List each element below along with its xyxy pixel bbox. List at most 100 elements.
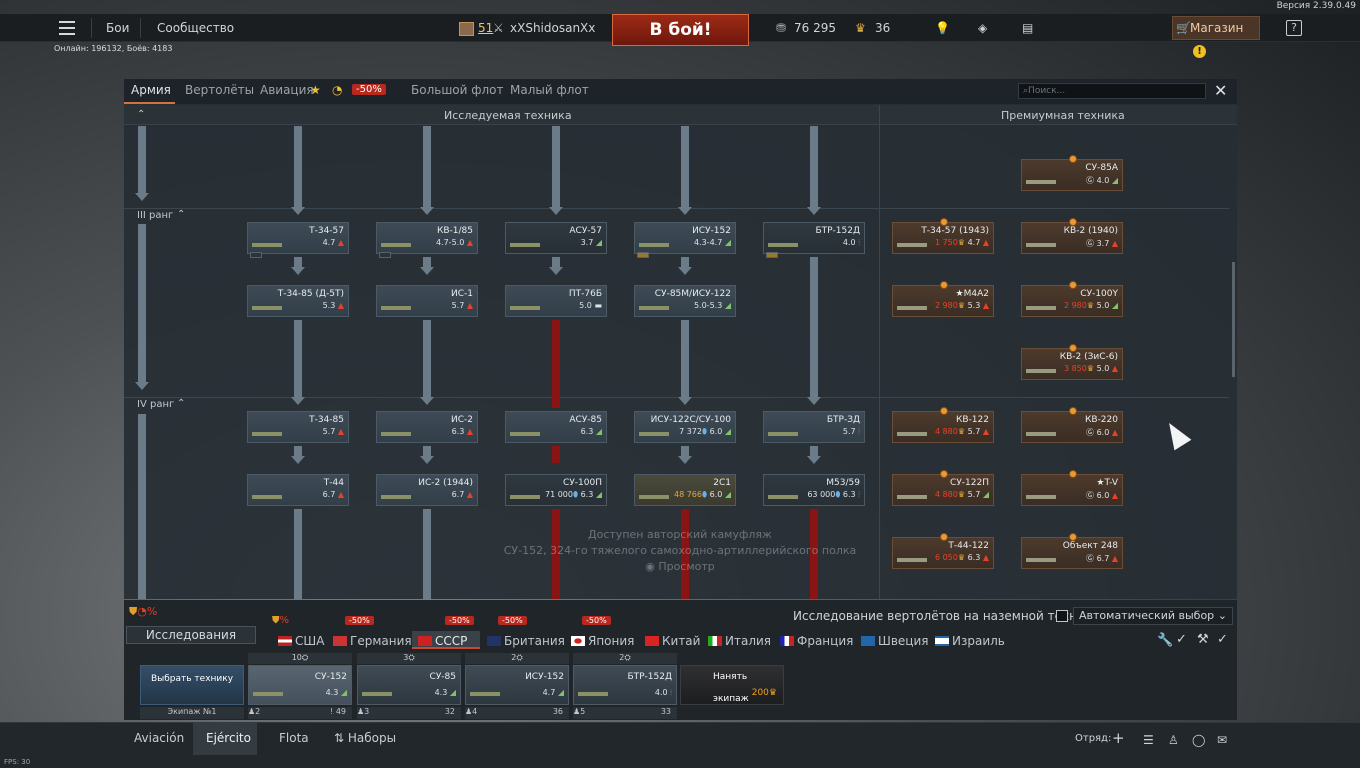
auto-select-dropdown[interactable]: Автоматический выбор ⌄ xyxy=(1073,607,1233,625)
nation-tab-sweden[interactable]: Швеция xyxy=(861,634,928,648)
crew-slot[interactable]: ИСУ-152 4.7 ◢ xyxy=(465,665,569,705)
premium-card[interactable]: Т-34-57 (1943) 1 750♛ 4.7 ▲ xyxy=(892,218,994,254)
premium-card[interactable]: СУ-100Y 2 980♛ 5.0 ◢ xyxy=(1021,281,1123,317)
premium-card[interactable]: КВ-220 Ⓖ 6.0 ▲ xyxy=(1021,407,1123,443)
footer-tab-army[interactable]: Ejército xyxy=(206,731,251,745)
nation-tab-japan[interactable]: Япония xyxy=(571,634,634,648)
crew-slot[interactable]: СУ-85 4.3 ◢ xyxy=(357,665,461,705)
premium-card[interactable]: Т-44-122 6 050♛ 6.3 ▲ xyxy=(892,533,994,569)
vehicle-card[interactable]: ИС-2 6.3 ▲ xyxy=(376,411,478,443)
check-icon[interactable]: ✓ xyxy=(1176,632,1187,647)
vehicle-card[interactable]: БТР-ЗД 5.7 ⦙ xyxy=(763,411,865,443)
vehicle-card[interactable]: Т-34-85 5.7 ▲ xyxy=(247,411,349,443)
premium-card[interactable]: СУ-122П 4 880♛ 5.7 ◢ xyxy=(892,470,994,506)
crew-slot[interactable]: БТР-152Д 4.0 ⦙ xyxy=(573,665,677,705)
arrow xyxy=(291,397,305,405)
vehicle-card[interactable]: М53/59 63 000⬮ 6.3 ⦙ xyxy=(763,474,865,506)
vehicle-card[interactable]: ИСУ-152 4.3-4.7 ◢ xyxy=(634,222,736,258)
slot-info: ♟2! 49 xyxy=(248,707,352,719)
check-all-icon[interactable]: ✓ xyxy=(1217,632,1228,647)
search-input[interactable]: ⌕Поиск... xyxy=(1018,83,1206,99)
premium-card[interactable]: КВ-122 4 880♛ 5.7 ▲ xyxy=(892,407,994,443)
collapse-icon[interactable] xyxy=(250,252,262,258)
nation-tab-china[interactable]: Китай xyxy=(645,634,700,648)
premium-card[interactable]: СУ-85А Ⓖ 4.0 ◢ xyxy=(1021,155,1123,191)
chevron-up-icon[interactable]: ⌃ xyxy=(177,398,185,409)
scrollbar[interactable] xyxy=(1232,262,1235,377)
helicopter-research-checkbox[interactable] xyxy=(1056,610,1068,622)
tab-big-fleet[interactable]: Большой флот xyxy=(411,83,504,97)
nation-tab-usa[interactable]: США xyxy=(278,634,324,648)
discount-badge: -50% xyxy=(498,616,527,625)
vehicle-card[interactable]: 2С1 48 766⬮ 6.0 ◢ xyxy=(634,474,736,506)
camo-notice: Доступен авторский камуфляж СУ-152, 324-… xyxy=(480,527,880,575)
avatar[interactable] xyxy=(459,22,474,36)
premium-card[interactable]: ★T-V Ⓖ 6.0 ▲ xyxy=(1021,470,1123,506)
ticket-icon[interactable]: ▤ xyxy=(1022,21,1033,35)
help-button[interactable]: ? xyxy=(1286,20,1302,36)
mail-icon[interactable]: ✉ xyxy=(1217,733,1227,747)
lightbulb-icon[interactable]: 💡 xyxy=(935,21,950,35)
select-vehicle-slot[interactable]: Выбрать технику xyxy=(140,665,244,705)
nation-tab-france[interactable]: Франция xyxy=(780,634,853,648)
crew-slot[interactable]: СУ-152 4.3 ◢ xyxy=(248,665,352,705)
tab-helicopters[interactable]: Вертолёты xyxy=(185,83,254,97)
nation-tab-israel[interactable]: Израиль xyxy=(935,634,1005,648)
footer-tab-fleet[interactable]: Flota xyxy=(279,731,309,745)
footer-tab-aviation[interactable]: Aviación xyxy=(134,731,184,745)
chat-icon[interactable]: ◯ xyxy=(1192,733,1205,747)
shield-icon: ⛊ xyxy=(129,605,138,618)
community-menu[interactable]: Сообщество xyxy=(157,21,234,35)
nation-tab-britain[interactable]: Британия xyxy=(487,634,565,648)
premium-icon xyxy=(1069,407,1077,415)
battle-button[interactable]: В бой! xyxy=(612,14,749,46)
vehicle-card[interactable]: Т-44 6.7 ▲ xyxy=(247,474,349,506)
premium-card[interactable]: КВ-2 (1940) Ⓖ 3.7 ▲ xyxy=(1021,218,1123,254)
vehicle-card[interactable]: Т-34-57 4.7 ▲ xyxy=(247,222,349,258)
premium-card[interactable]: ★M4A2 2 980♛ 5.3 ▲ xyxy=(892,281,994,317)
tank-icon xyxy=(381,231,411,247)
vehicle-card[interactable]: АСУ-85 6.3 ◢ xyxy=(505,411,607,443)
battles-menu[interactable]: Бои xyxy=(106,21,129,35)
research-cost: 7 372 xyxy=(679,427,702,436)
menu-icon[interactable] xyxy=(59,21,75,35)
vehicle-card[interactable]: ИС-2 (1944) 6.7 ▲ xyxy=(376,474,478,506)
diamond-icon[interactable]: ◈ xyxy=(978,21,987,35)
rank-icon: ▲ xyxy=(466,427,473,436)
vehicle-card[interactable]: БТР-152Д 4.0 ⦙ xyxy=(763,222,865,258)
vehicle-card[interactable]: ИСУ-122С/СУ-100 7 372⬮ 6.0 ◢ xyxy=(634,411,736,443)
repair-icon[interactable]: ⚒ xyxy=(1197,632,1209,647)
tab-aviation[interactable]: Авиация xyxy=(260,83,314,97)
close-icon[interactable]: ✕ xyxy=(1214,81,1227,100)
nation-tab-italy[interactable]: Италия xyxy=(708,634,771,648)
hire-crew-button[interactable]: Нанять экипаж 200♛ xyxy=(680,665,784,705)
camo-view-button[interactable]: ◉ Просмотр xyxy=(480,559,880,575)
chevron-up-icon[interactable]: ⌃ xyxy=(177,209,185,220)
collapse-up-icon[interactable]: ⌃ xyxy=(137,109,145,120)
tab-small-fleet[interactable]: Малый флот xyxy=(510,83,589,97)
vehicle-card[interactable]: ПТ-76Б 5.0 ▬ xyxy=(505,285,607,317)
vehicle-card[interactable]: СУ-85М/ИСУ-122 5.0-5.3 ◢ xyxy=(634,285,736,317)
vehicle-card[interactable]: ИС-1 5.7 ▲ xyxy=(376,285,478,317)
premium-card[interactable]: КВ-2 (ЗиС-6) 3 850♛ 5.0 ▲ xyxy=(1021,344,1123,380)
collapse-icon[interactable] xyxy=(379,252,391,258)
premium-card[interactable]: Объект 248 Ⓖ 6.7 ▲ xyxy=(1021,533,1123,569)
research-tab[interactable]: Исследования xyxy=(126,626,256,644)
tab-army[interactable]: Армия xyxy=(131,83,171,97)
collapse-icon[interactable] xyxy=(766,252,778,258)
slot-counter: 10⛭ xyxy=(248,653,352,664)
vehicle-card[interactable]: КВ-1/85 4.7-5.0 ▲ xyxy=(376,222,478,258)
vehicle-card[interactable]: АСУ-57 3.7 ◢ xyxy=(505,222,607,254)
shop-button[interactable]: 🛒 Магазин! xyxy=(1172,16,1260,58)
player-name[interactable]: xXShidosanXx xyxy=(510,21,595,35)
friends-icon[interactable]: ♙ xyxy=(1168,733,1179,747)
list-icon[interactable]: ☰ xyxy=(1143,733,1154,747)
add-squad-icon[interactable]: + xyxy=(1112,729,1125,747)
presets-button[interactable]: ⇅ Наборы xyxy=(334,731,396,745)
nation-tab-germany[interactable]: Германия xyxy=(333,634,412,648)
collapse-icon[interactable] xyxy=(637,252,649,258)
nation-tab-ussr[interactable]: СССР xyxy=(418,634,467,648)
wrench-icon[interactable]: 🔧 xyxy=(1157,633,1173,648)
vehicle-card[interactable]: Т-34-85 (Д-5Т) 5.3 ▲ xyxy=(247,285,349,317)
vehicle-card[interactable]: СУ-100П 71 000⬮ 6.3 ◢ xyxy=(505,474,607,506)
